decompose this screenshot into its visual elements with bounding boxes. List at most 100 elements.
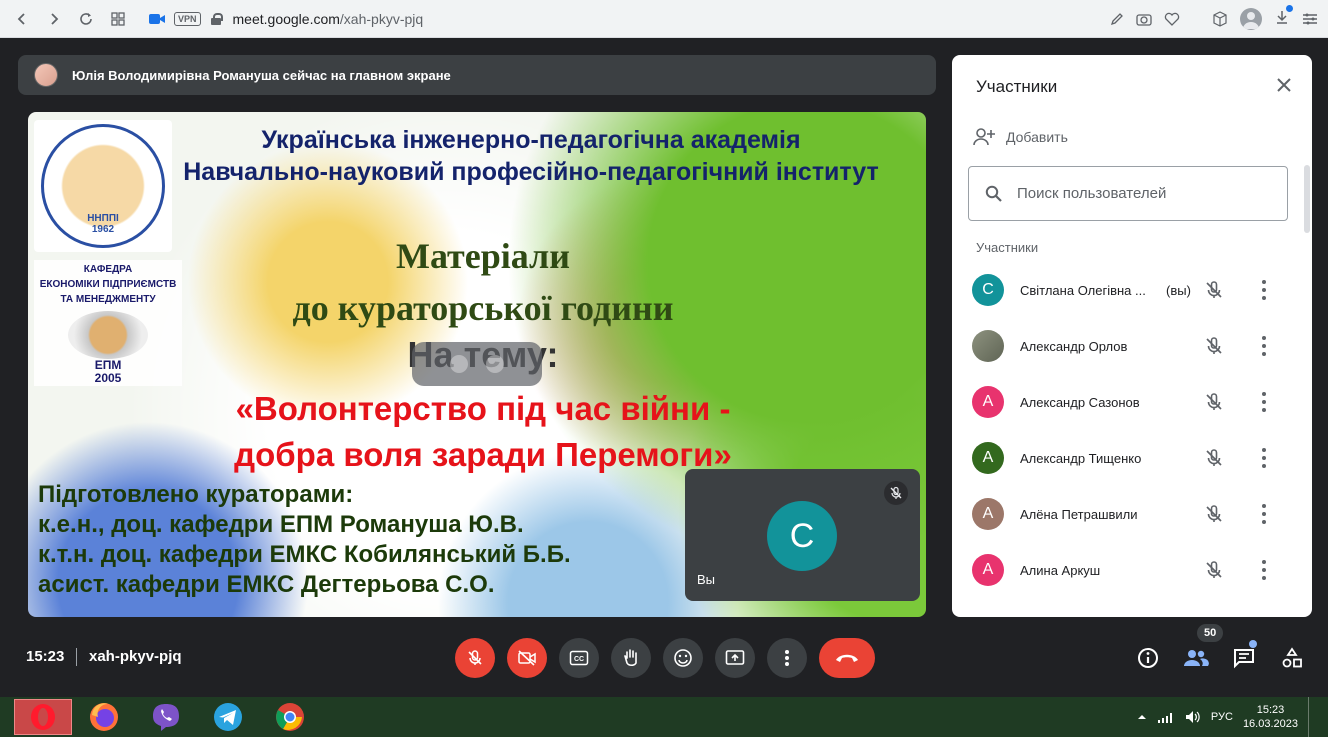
browser-toolbar: VPN meet.google.com/xah-pkyv-pjq [0,0,1328,38]
self-video-tile[interactable]: С Вы [685,469,920,601]
participant-mic-off-button[interactable] [1204,336,1224,361]
camera-toggle-button[interactable] [507,638,547,678]
participant-row[interactable]: А Александр Тищенко [952,430,1302,486]
shapes-icon [1282,647,1302,668]
os-taskbar: РУС 15:23 16.03.2023 [0,697,1328,737]
chat-icon [1234,649,1254,669]
volume-icon[interactable] [1185,710,1201,724]
present-screen-button[interactable] [715,638,755,678]
participant-more-button[interactable] [1256,392,1272,412]
dot [1262,280,1266,284]
chrome-taskbar-button[interactable] [274,701,306,733]
dot [1262,288,1266,292]
mic-off-icon [1206,449,1222,466]
vpn-badge[interactable]: VPN [174,11,201,26]
department-logo-line1: КАФЕДРА [83,264,133,275]
participant-more-button[interactable] [1256,336,1272,356]
participant-mic-off-button[interactable] [1204,560,1224,585]
participant-more-button[interactable] [1256,504,1272,524]
captions-button[interactable]: CC [559,638,599,678]
address-bar[interactable]: VPN meet.google.com/xah-pkyv-pjq [148,5,423,33]
dot [1262,464,1266,468]
heart-icon[interactable] [1164,12,1180,26]
dot [1262,400,1266,404]
system-tray: РУС 15:23 16.03.2023 [1137,697,1314,737]
participant-more-button[interactable] [1256,448,1272,468]
browser-right-tools [1110,0,1318,38]
participant-mic-off-button[interactable] [1204,448,1224,473]
telegram-taskbar-button[interactable] [212,701,244,733]
chevron-left-icon [17,12,25,25]
dot [1262,456,1266,460]
smile-icon [674,649,692,667]
participant-row[interactable]: А Алёна Петрашвили [952,486,1302,542]
microphone-toggle-button[interactable] [455,638,495,678]
forward-button[interactable] [38,0,70,38]
participant-row[interactable]: Александр Орлов [952,318,1302,374]
participant-search[interactable] [968,166,1288,221]
dot [1262,408,1266,412]
menu-lines-icon[interactable] [1302,12,1318,26]
search-input[interactable] [1017,185,1257,202]
reload-button[interactable] [70,0,102,38]
camera-icon[interactable] [1136,12,1152,26]
clock-time: 15:23 [1256,704,1285,716]
participant-name: Алёна Петрашвили [1020,506,1138,522]
lock-icon[interactable] [210,12,223,25]
emoji-reactions-button[interactable] [663,638,703,678]
pin-icon[interactable] [450,355,468,373]
presenter-hover-controls[interactable] [412,342,542,386]
back-button[interactable] [6,0,38,38]
profile-avatar-button[interactable] [1240,8,1262,30]
dot [1262,576,1266,580]
raise-hand-button[interactable] [611,638,651,678]
add-people-button[interactable]: Добавить [972,127,1068,147]
participant-name: Александр Орлов [1020,338,1128,354]
participant-more-button[interactable] [1256,560,1272,580]
more-options-button[interactable] [767,638,807,678]
telegram-icon [214,703,242,731]
participant-count-badge: 50 [1197,624,1224,642]
panel-scrollbar[interactable] [1304,165,1310,233]
self-avatar: С [767,501,837,571]
participant-avatar: А [972,554,1004,586]
downloads-button[interactable] [1274,5,1293,29]
chat-button[interactable] [1230,644,1258,672]
url-text[interactable]: meet.google.com/xah-pkyv-pjq [233,11,424,27]
signal-icon[interactable] [1157,711,1175,723]
meeting-details-button[interactable] [1134,644,1162,672]
closed-captions-icon: CC [569,650,589,666]
slide-header: Українська інженерно-педагогічна академі… [178,124,884,188]
participant-row[interactable]: С Світлана Олегівна ... (вы) [952,262,1302,318]
cube-icon[interactable] [1212,11,1228,27]
people-icon [1184,650,1209,666]
activities-button[interactable] [1278,644,1306,672]
people-button[interactable] [1182,644,1210,672]
system-clock[interactable]: 15:23 16.03.2023 [1243,703,1298,731]
participant-row[interactable]: А Александр Сазонов [952,374,1302,430]
opera-taskbar-button[interactable] [14,699,72,735]
participant-row[interactable]: А Алина Аркуш [952,542,1302,598]
participant-name: Алина Аркуш [1020,562,1101,578]
mute-icon[interactable] [486,355,504,373]
leave-call-button[interactable] [819,638,875,678]
language-indicator[interactable]: РУС [1211,711,1233,723]
dot [1262,392,1266,396]
firefox-taskbar-button[interactable] [88,701,120,733]
tabs-grid-button[interactable] [102,0,134,38]
edit-icon[interactable] [1110,12,1124,26]
participant-avatar: А [972,386,1004,418]
participant-mic-off-button[interactable] [1204,504,1224,529]
show-desktop-button[interactable] [1308,697,1314,737]
chevron-up-icon[interactable] [1137,712,1147,722]
participant-mic-off-button[interactable] [1204,392,1224,417]
close-panel-button[interactable] [1272,73,1296,97]
viber-icon [153,704,179,731]
svg-text:CC: CC [574,656,584,663]
chrome-icon [276,703,304,731]
participants-panel: Участники Добавить Участники С Світлана О… [952,55,1312,617]
participant-mic-off-button[interactable] [1204,280,1224,305]
participant-more-button[interactable] [1256,280,1272,300]
viber-taskbar-button[interactable] [150,701,182,733]
url-path: /xah-pkyv-pjq [339,10,424,27]
